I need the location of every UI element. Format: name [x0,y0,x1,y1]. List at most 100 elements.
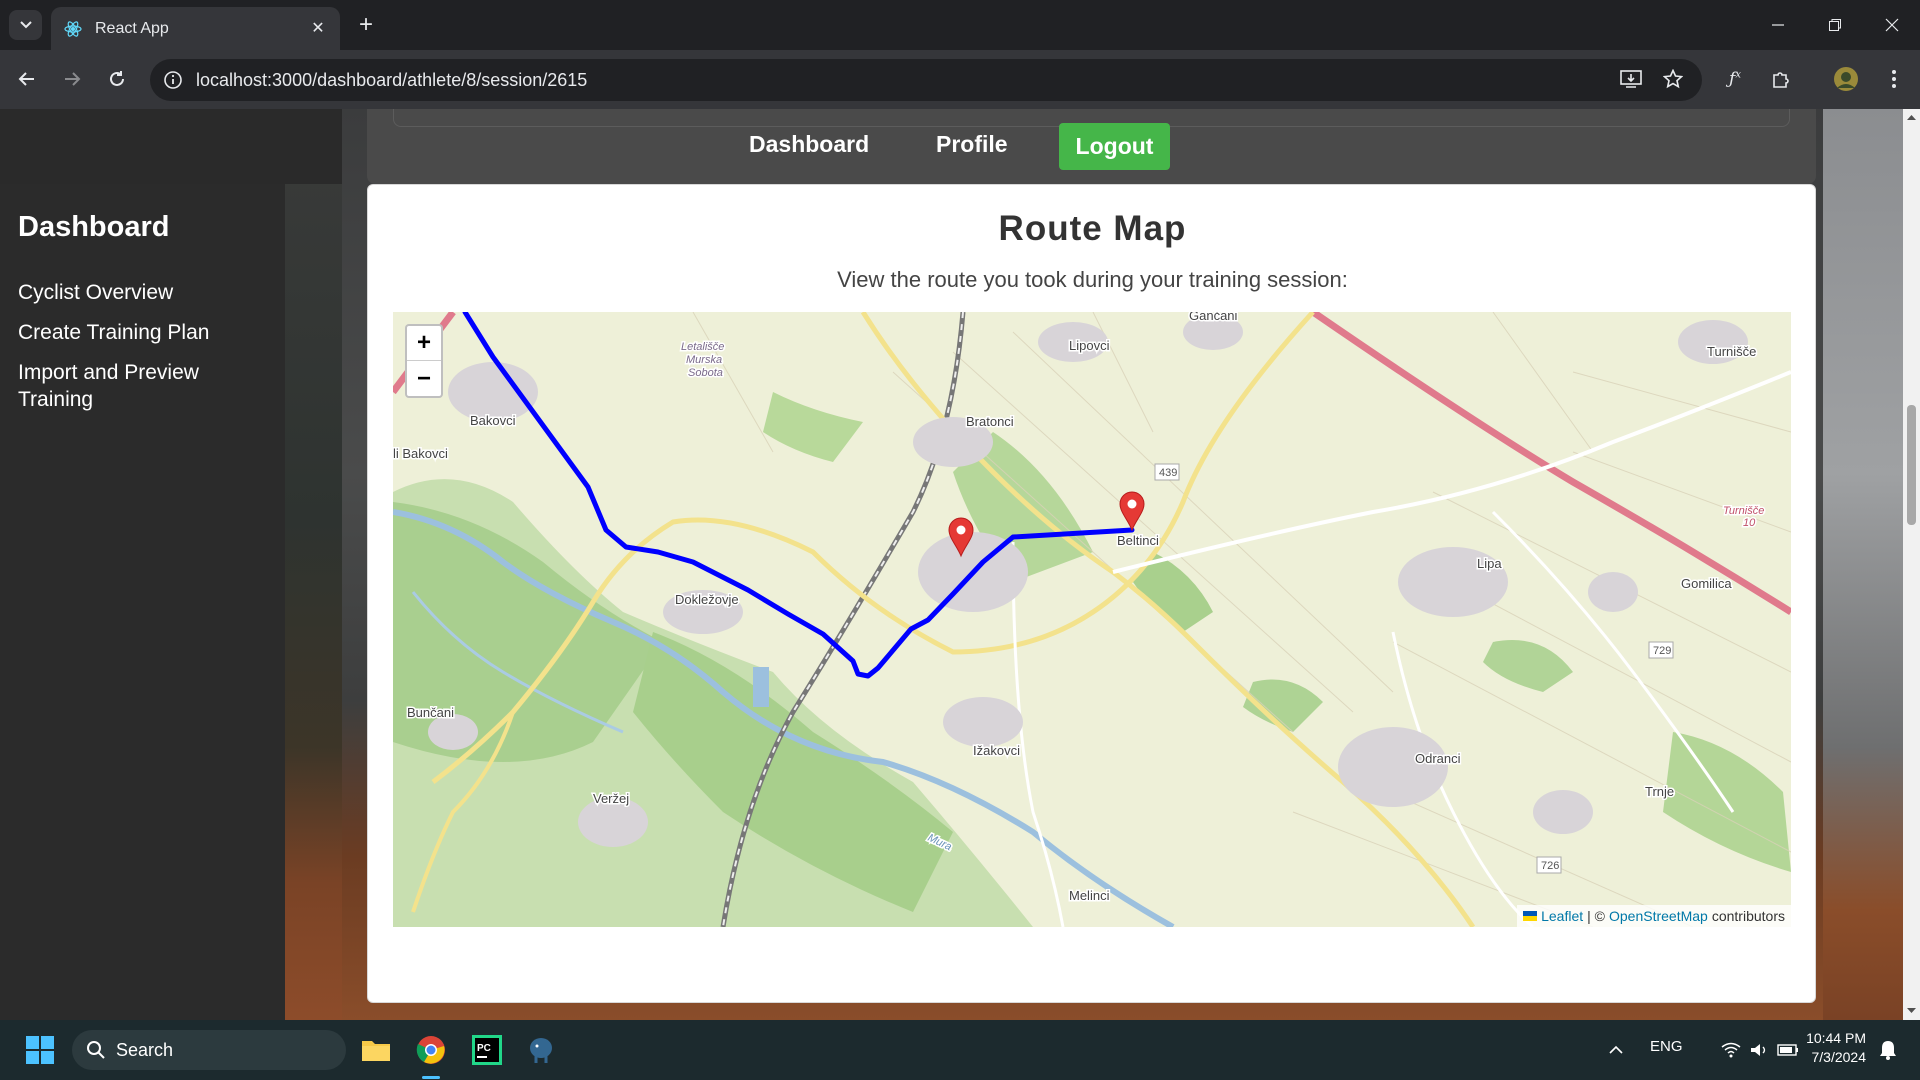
url-text: localhost:3000/dashboard/athlete/8/sessi… [196,69,588,90]
place-label-turnisce-10: Turnišče [1723,505,1764,517]
taskbar-search[interactable]: Search [72,1030,346,1070]
chrome-active-indicator [422,1076,440,1079]
taskbar-chrome[interactable] [411,1030,451,1070]
sidebar-top-area [0,109,342,184]
nav-dashboard-link[interactable]: Dashboard [749,131,869,158]
close-tab-icon[interactable]: ✕ [308,18,328,38]
road-439-label: 439 [1159,467,1177,479]
close-window-button[interactable] [1863,0,1920,50]
place-label-turnisce: Turnišče [1707,344,1756,359]
browser-tab-bar: React App ✕ + [0,0,1920,50]
postgres-elephant-icon [530,1038,552,1063]
route-map-card: Route Map View the route you took during… [367,184,1816,1003]
pycharm-icon: PC [472,1035,502,1065]
openstreetmap-link[interactable]: OpenStreetMap [1609,908,1708,924]
windows-taskbar: Search PC ENG 10:44 PM 7/3/2024 [0,1020,1920,1080]
road-726-label: 726 [1541,860,1559,872]
forward-button[interactable] [57,64,87,94]
svg-text:PC: PC [477,1043,491,1054]
battery-icon [1777,1044,1798,1056]
place-label-trnje: Trnje [1645,784,1674,799]
browser-menu-button[interactable] [1879,64,1909,94]
place-label-beltinci: Beltinci [1117,533,1159,548]
page-viewport: Dashboard Cyclist Overview Create Traini… [0,109,1903,1020]
background-image-right [1823,109,1903,1020]
restore-icon [1828,19,1841,31]
place-label-gancani: Gančani [1189,312,1238,323]
address-bar[interactable]: localhost:3000/dashboard/athlete/8/sessi… [150,59,1702,101]
minimize-icon [1771,24,1784,26]
scroll-up-icon[interactable] [1907,113,1916,122]
sidebar-item-create-training-plan[interactable]: Create Training Plan [18,319,268,346]
background-image-left [285,109,342,1020]
zoom-in-button[interactable]: + [407,326,441,361]
reload-button[interactable] [102,64,132,94]
wifi-icon [1721,1042,1741,1058]
page-subtitle: View the route you took during your trai… [837,267,1348,292]
zoom-out-button[interactable]: − [407,361,441,396]
browser-tab[interactable]: React App ✕ [51,7,340,50]
install-app-button[interactable] [1616,64,1646,94]
windows-logo-icon [26,1036,54,1064]
profile-avatar[interactable] [1831,64,1861,94]
react-logo-icon [64,20,82,37]
place-label-gomilica: Gomilica [1681,576,1732,591]
ukraine-flag-icon [1523,911,1538,921]
place-label-dokezovje: Dokležovje [675,592,739,607]
clock-date: 7/3/2024 [1811,1049,1867,1065]
attribution-contributors: contributors [1711,908,1785,924]
bell-icon [1880,1041,1896,1060]
place-label-lipa: Lipa [1477,556,1502,571]
scroll-down-icon[interactable] [1907,1006,1916,1015]
extensions-button[interactable] [1766,64,1796,94]
tab-search-button[interactable] [9,10,42,40]
place-label-turnisce-10b: 10 [1743,517,1756,529]
sidebar-item-cyclist-overview[interactable]: Cyclist Overview [18,279,268,306]
sidebar-item-import-preview-training[interactable]: Import and Preview Training [18,359,268,413]
tab-title: React App [95,19,169,37]
new-tab-button[interactable]: + [353,11,379,38]
search-icon [87,1041,105,1059]
chrome-icon [416,1036,445,1064]
route-map[interactable]: 439 729 726 Gančani Lipovci Turnišče Let… [393,312,1791,927]
place-label-izakovci: Ižakovci [973,743,1020,758]
taskbar-search-label: Search [116,1039,174,1060]
sidebar: Dashboard Cyclist Overview Create Traini… [0,184,285,1020]
reload-icon [110,71,124,86]
bookmark-button[interactable] [1658,64,1688,94]
clock[interactable]: 10:44 PM 7/3/2024 [1800,1030,1866,1065]
fx-icon: ƒx [1729,69,1741,89]
end-marker-icon[interactable] [1119,491,1145,532]
notifications-button[interactable] [1874,1030,1902,1070]
place-label-bakovci: Bakovci [470,413,516,428]
site-info-icon[interactable] [162,69,184,91]
tray-overflow-button[interactable] [1598,1030,1634,1070]
arrow-left-icon [18,72,34,86]
back-button[interactable] [12,64,42,94]
zoom-control: + − [405,324,443,398]
place-label-verzej: Veržej [593,791,629,806]
avatar-icon [1834,67,1858,91]
language-indicator[interactable]: ENG [1650,1038,1683,1055]
minimize-button[interactable] [1749,0,1806,50]
taskbar-postgres[interactable] [521,1030,561,1070]
arrow-right-icon [65,72,81,86]
taskbar-file-explorer[interactable] [356,1030,396,1070]
extension-fx-button[interactable]: ƒx [1720,64,1750,94]
place-label-murska: Murska [686,354,722,366]
page-scrollbar[interactable] [1903,109,1920,1020]
place-label-odranci: Odranci [1415,751,1461,766]
place-label-buncani: Bunčani [407,705,454,720]
nav-profile-link[interactable]: Profile [936,131,1008,158]
logout-button[interactable]: Logout [1059,123,1170,170]
restore-button[interactable] [1806,0,1863,50]
map-tiles: 439 729 726 Gančani Lipovci Turnišče Let… [393,312,1791,927]
chevron-up-icon [1609,1045,1623,1054]
sidebar-title: Dashboard [18,211,170,243]
chevron-down-icon [19,21,32,29]
attribution-separator: | © [1587,908,1605,924]
start-button[interactable] [20,1030,60,1070]
scrollbar-thumb[interactable] [1907,405,1916,525]
taskbar-pycharm[interactable]: PC [467,1030,507,1070]
leaflet-link[interactable]: Leaflet [1541,908,1583,924]
